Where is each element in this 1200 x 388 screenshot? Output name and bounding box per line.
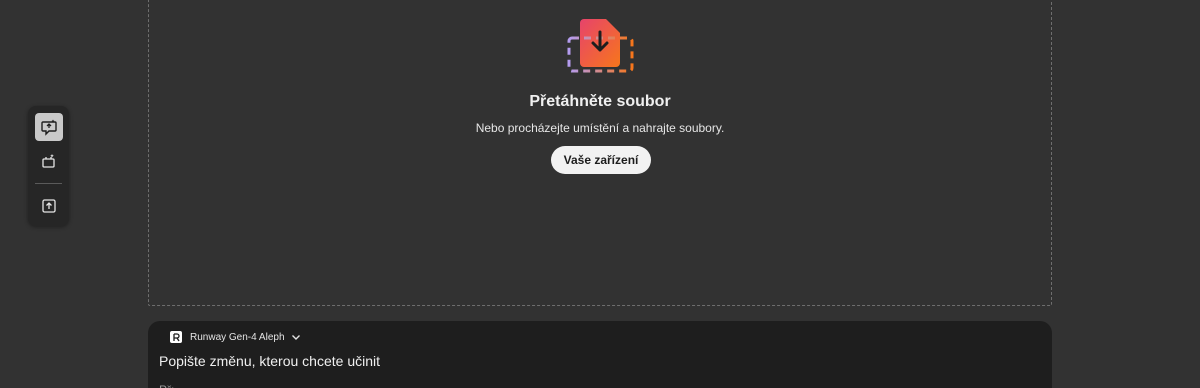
dropzone-subtitle: Nebo procházejte umístění a nahrajte sou… — [475, 121, 725, 135]
model-picker[interactable]: Runway Gen-4 Aleph — [170, 331, 301, 343]
generate-button[interactable] — [35, 147, 63, 175]
page: Přetáhněte soubor Nebo procházejte umíst… — [0, 0, 1200, 388]
upload-icon — [41, 199, 56, 213]
dropzone-title: Přetáhněte soubor — [529, 93, 671, 110]
tool-rail — [28, 106, 69, 226]
file-dropzone[interactable]: Přetáhněte soubor Nebo procházejte umíst… — [148, 0, 1052, 306]
your-device-button[interactable]: Vaše zařízení — [551, 146, 651, 174]
prompt-title: Popište změnu, kterou chcete učinit — [159, 353, 381, 369]
rail-divider — [35, 183, 62, 184]
file-drop-icon — [567, 19, 634, 73]
chevron-down-icon — [291, 335, 300, 340]
generate-icon — [41, 154, 55, 168]
edit-video-icon — [40, 119, 57, 136]
prompt-panel: Runway Gen-4 Aleph Popište změnu, kterou… — [148, 321, 1052, 388]
model-name: Runway Gen-4 Aleph — [190, 331, 285, 343]
runway-logo-icon — [170, 331, 182, 343]
upload-button[interactable] — [35, 192, 63, 220]
prompt-input[interactable] — [159, 381, 1039, 388]
edit-video-button[interactable] — [34, 113, 63, 141]
